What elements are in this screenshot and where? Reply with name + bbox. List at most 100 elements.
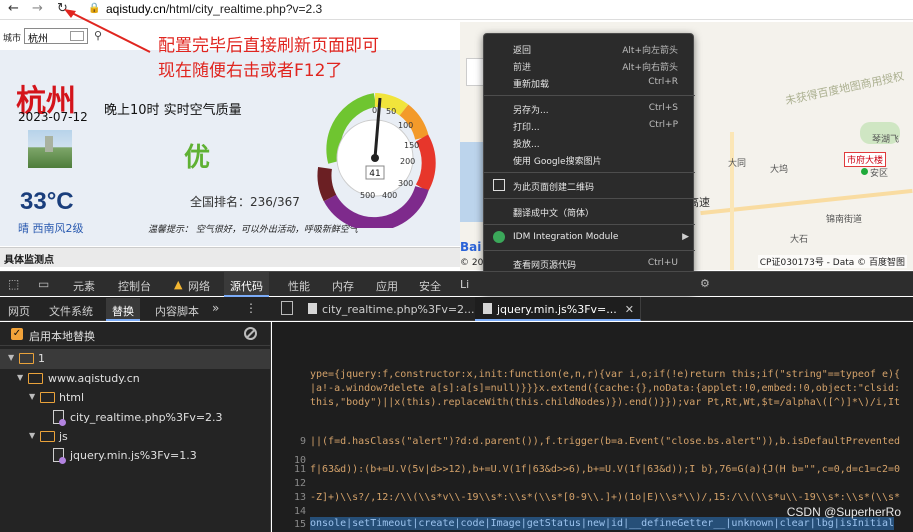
menu-item-qr-code[interactable]: 为此页面创建二维码 — [484, 177, 695, 194]
device-toggle-icon[interactable]: ▭ — [38, 277, 49, 291]
more-tabs-icon[interactable]: » — [212, 301, 219, 315]
collapse-icon[interactable]: ▼ — [8, 353, 14, 362]
baidu-logo: Bai — [460, 240, 482, 254]
line-number: 11 — [293, 464, 306, 475]
code-line: f|63&d)):(b+=U.V(5v|d>>12),b+=U.V(1f|63&… — [310, 464, 901, 475]
detail-bar-label[interactable]: 具体监测点 — [4, 251, 54, 266]
more-options-icon[interactable]: ⋮ — [245, 301, 257, 315]
lock-icon[interactable]: 🔒 — [88, 3, 100, 14]
tab-elements[interactable]: 元素 — [73, 278, 95, 294]
menu-item-print[interactable]: 打印... Ctrl+P — [484, 117, 695, 134]
map-pin-dot[interactable] — [861, 168, 868, 175]
subtab-page[interactable]: 网页 — [8, 303, 30, 319]
tab-network[interactable]: 网络 — [188, 278, 210, 294]
tab-performance[interactable]: 性能 — [288, 278, 310, 294]
tree-item-jquery[interactable]: jquery.min.js%3Fv=1.3 — [0, 446, 271, 466]
folder-icon — [40, 431, 55, 442]
chevron-right-icon: ▶ — [682, 232, 689, 242]
city-label: 城市 — [3, 34, 22, 44]
line-number: 13 — [293, 492, 306, 503]
code-line: ||(f=d.hasClass("alert")?d:d.parent()),f… — [310, 436, 901, 447]
browser-toolbar: ← → ↻ 🔒 aqistudy.cn/html/city_realtime.p… — [0, 0, 913, 20]
code-line: -Z]+)\\s?/,12:/\\(\\s*v\\-19\\s*:\\s*(\\… — [310, 492, 901, 503]
tab-console[interactable]: 控制台 — [118, 278, 151, 294]
code-line: |a!-a.window?delete a[s]:a[s]=null)}}}x.… — [310, 383, 901, 394]
code-editor[interactable]: ype={jquery:f,constructor:x,init:functio… — [272, 322, 913, 532]
inspect-element-icon[interactable]: ⬚ — [8, 277, 19, 291]
collapse-icon[interactable]: ▼ — [29, 392, 35, 401]
menu-item-forward[interactable]: 前进 Alt+向右箭头 — [484, 57, 695, 74]
file-tab-jquery[interactable]: jquery.min.js%3Fv=... ✕ — [475, 297, 641, 321]
annotation-text: 配置完毕后直接刷新页面即可 现在随便右击或者F12了 — [158, 34, 379, 84]
idm-icon — [493, 231, 505, 243]
search-icon[interactable]: ⚲ — [94, 29, 102, 42]
menu-item-save-as[interactable]: 另存为... Ctrl+S — [484, 100, 695, 117]
tab-lighthouse[interactable]: Li — [460, 278, 469, 291]
tree-item-domain[interactable]: ▼ www.aqistudy.cn — [0, 369, 271, 389]
gauge-tick-150: 150 — [404, 141, 419, 150]
enable-overrides-label[interactable]: 启用本地替换 — [29, 328, 95, 344]
overrides-panel: ✓ 启用本地替换 ▼ 1 ▼ www.aqistudy.cn ▼ html ci… — [0, 322, 271, 532]
file-icon — [483, 303, 492, 314]
address-bar[interactable]: aqistudy.cn/html/city_realtime.php?v=2.3 — [106, 2, 322, 16]
devtools-tabbar: ⬚ ▭ 元素 控制台 ▲ 网络 源代码 性能 内存 应用 安全 Li ⚙ — [0, 271, 913, 297]
collapse-icon[interactable]: ▼ — [17, 373, 23, 382]
tree-item-html-folder[interactable]: ▼ html — [0, 388, 271, 408]
tab-application[interactable]: 应用 — [376, 278, 398, 294]
weather-wind: 晴 西南风2级 — [18, 222, 84, 235]
menu-item-google-image-search[interactable]: 使用 Google搜索图片 — [484, 151, 695, 168]
reload-icon[interactable]: ↻ — [57, 1, 68, 16]
code-line: ype={jquery:f,constructor:x,init:functio… — [310, 369, 901, 380]
menu-item-cast[interactable]: 投放... — [484, 134, 695, 151]
line-number: 15 — [293, 519, 306, 530]
city-photo — [28, 130, 72, 168]
tree-item-root[interactable]: ▼ 1 — [0, 349, 271, 369]
url-domain: aqistudy.cn — [106, 2, 166, 16]
file-icon — [53, 448, 66, 464]
map-label: 大石 — [790, 235, 809, 245]
detail-bar: 具体监测点 — [0, 247, 460, 267]
map-label: 大同 — [728, 159, 747, 169]
subtab-overrides[interactable]: 替换 — [106, 298, 140, 321]
menu-item-back[interactable]: 返回 Alt+向左箭头 — [484, 40, 695, 57]
menu-item-view-source[interactable]: 查看网页源代码 Ctrl+U — [484, 255, 695, 272]
menu-item-translate[interactable]: 翻译成中文（简体） — [484, 203, 695, 220]
settings-icon[interactable]: ⚙ — [700, 277, 710, 290]
tab-memory[interactable]: 内存 — [332, 278, 354, 294]
map-pin-label[interactable]: 市府大楼 — [844, 152, 887, 167]
toggle-navigator-icon[interactable] — [281, 301, 293, 315]
gauge-tick-300: 300 — [398, 179, 413, 188]
city-input[interactable]: 杭州 — [24, 28, 88, 45]
tree-item-city-realtime[interactable]: city_realtime.php%3Fv=2.3 — [0, 408, 271, 428]
tab-security[interactable]: 安全 — [419, 278, 441, 294]
enable-overrides-row: ✓ 启用本地替换 — [0, 322, 271, 346]
map-watermark: 未获得百度地图商用授权 — [784, 69, 906, 108]
gauge-value: 41 — [369, 169, 380, 179]
back-icon[interactable]: ← — [8, 1, 19, 16]
tree-item-js-folder[interactable]: ▼ js — [0, 427, 271, 447]
collapse-icon[interactable]: ▼ — [29, 431, 35, 440]
folder-icon — [40, 392, 55, 403]
forward-icon[interactable]: → — [32, 1, 43, 16]
clear-overrides-icon[interactable] — [244, 327, 257, 340]
line-number: 14 — [293, 506, 306, 517]
aqi-level: 优 — [184, 143, 211, 173]
subtab-content-scripts[interactable]: 内容脚本 — [155, 303, 199, 319]
folder-icon — [28, 373, 43, 384]
menu-item-reload[interactable]: 重新加载 Ctrl+R — [484, 74, 695, 91]
close-icon[interactable]: ✕ — [625, 303, 634, 316]
warning-icon: ▲ — [174, 278, 183, 291]
csdn-watermark: CSDN @SuperherRo — [786, 505, 901, 519]
file-tab-city-realtime[interactable]: city_realtime.php%3Fv=2... — [300, 297, 482, 321]
enable-overrides-checkbox[interactable]: ✓ — [11, 328, 23, 340]
file-icon — [308, 303, 317, 314]
map-label: 安区 — [870, 169, 889, 179]
line-number: 9 — [299, 436, 306, 447]
map-label: 琴湖飞 — [872, 135, 900, 145]
menu-item-idm[interactable]: IDM Integration Module ▶ — [484, 229, 695, 246]
gauge-tick-200: 200 — [400, 157, 415, 166]
tab-sources[interactable]: 源代码 — [224, 272, 269, 297]
subtab-filesystem[interactable]: 文件系统 — [49, 303, 93, 319]
keyboard-icon[interactable] — [70, 31, 84, 41]
gauge-tick-100: 100 — [398, 121, 413, 130]
